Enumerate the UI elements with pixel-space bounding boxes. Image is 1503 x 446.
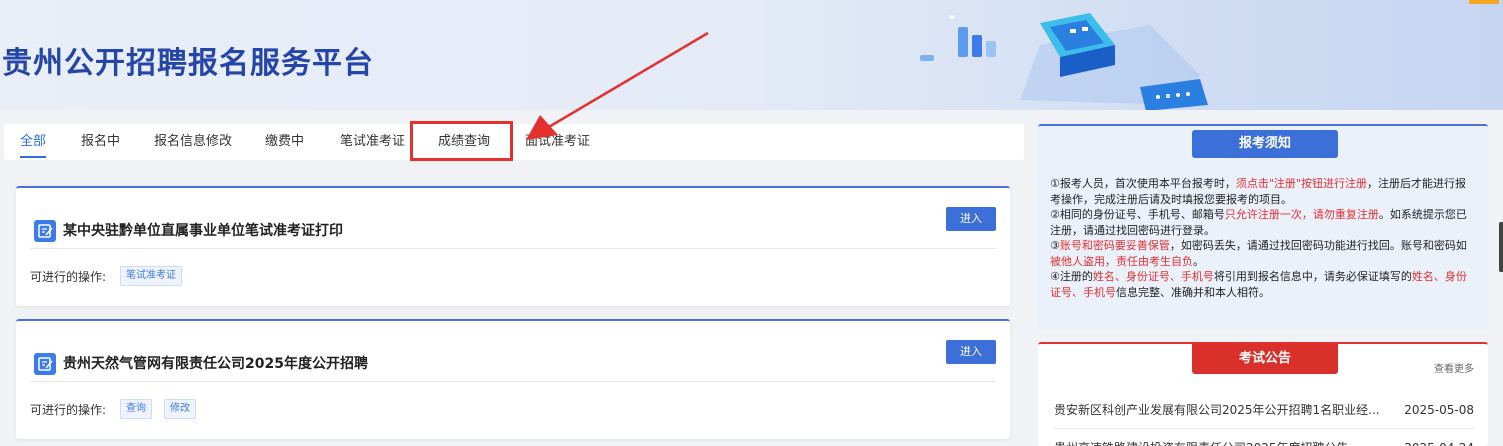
op-tag-modify[interactable]: 修改 (164, 399, 196, 419)
announce-title: 考试公告 (1192, 344, 1338, 374)
divider (30, 248, 996, 249)
enter-button[interactable]: 进入 (946, 340, 996, 364)
notice-item: ②相同的身份证号、手机号、邮箱号只允许注册一次，请勿重复注册。如系统提示您已注册… (1050, 208, 1467, 237)
side-float-handle[interactable] (1499, 222, 1503, 272)
tab-written-exam-ticket[interactable]: 笔试准考证 (340, 124, 405, 160)
tab-registering[interactable]: 报名中 (81, 124, 120, 160)
tab-interview-ticket[interactable]: 面试准考证 (525, 124, 590, 160)
op-tag-query[interactable]: 查询 (120, 399, 152, 419)
announce-panel: 考试公告 查看更多 贵安新区科创产业发展有限公司2025年公开招聘1名职业经..… (1038, 342, 1488, 446)
announce-item-date: 2025-04-24 (1404, 434, 1474, 446)
tab-all[interactable]: 全部 (20, 124, 47, 160)
banner-illustration (920, 13, 1208, 110)
edit-document-icon (34, 353, 56, 375)
view-more-link[interactable]: 查看更多 (1434, 360, 1474, 375)
divider (1054, 428, 1474, 429)
site-title: 贵州公开招聘报名服务平台 (2, 46, 374, 81)
filter-tabbar: 全部 报名中 报名信息修改 缴费中 笔试准考证 成绩查询 面试准考证 (4, 124, 1024, 160)
card-title: 某中央驻黔单位直属事业单位笔试准考证打印 (63, 223, 343, 239)
notice-title: 报考须知 (1192, 130, 1338, 158)
divider (30, 381, 996, 382)
corner-tab[interactable] (1469, 0, 1499, 4)
tab-score-query[interactable]: 成绩查询 (438, 124, 490, 160)
enter-button[interactable]: 进入 (946, 207, 996, 231)
announce-item-title[interactable]: 贵安新区科创产业发展有限公司2025年公开招聘1名职业经... (1054, 396, 1389, 424)
ops-label: 可进行的操作: (30, 403, 107, 417)
exam-card: 贵州天然气管网有限责任公司2025年度公开招聘 进入 可进行的操作: 查询 修改 (16, 319, 1010, 439)
announce-item[interactable]: 贵州高速铁路建设投资有限责任公司2025年度招聘公告 2025-04-24 (1054, 434, 1474, 446)
notice-item: ③账号和密码要妥善保管，如密码丢失，请通过找回密码功能进行找回。账号和密码如被他… (1050, 239, 1467, 268)
announce-item[interactable]: 贵安新区科创产业发展有限公司2025年公开招聘1名职业经... 2025-05-… (1054, 396, 1474, 424)
header-banner: 贵州公开招聘报名服务平台 (0, 0, 1503, 110)
edit-document-icon (34, 220, 56, 242)
announce-item-title[interactable]: 贵州高速铁路建设投资有限责任公司2025年度招聘公告 (1054, 434, 1389, 446)
notice-item: ④注册的姓名、身份证号、手机号将引用到报名信息中，请务必保证填写的姓名、身份证号… (1050, 270, 1467, 299)
ops-label: 可进行的操作: (30, 270, 107, 284)
op-tag-written-ticket[interactable]: 笔试准考证 (120, 266, 182, 286)
announce-item-date: 2025-05-08 (1404, 403, 1474, 417)
exam-card: 某中央驻黔单位直属事业单位笔试准考证打印 进入 可进行的操作: 笔试准考证 (16, 186, 1010, 306)
card-title: 贵州天然气管网有限责任公司2025年度公开招聘 (63, 356, 368, 372)
notice-item: ①报考人员，首次使用本平台报考时，须点击"注册"按钮进行注册，注册后才能进行报考… (1050, 177, 1466, 206)
tab-edit-registration[interactable]: 报名信息修改 (154, 124, 232, 160)
tab-paying[interactable]: 缴费中 (265, 124, 304, 160)
notice-body: ①报考人员，首次使用本平台报考时，须点击"注册"按钮进行注册，注册后才能进行报考… (1050, 176, 1476, 300)
